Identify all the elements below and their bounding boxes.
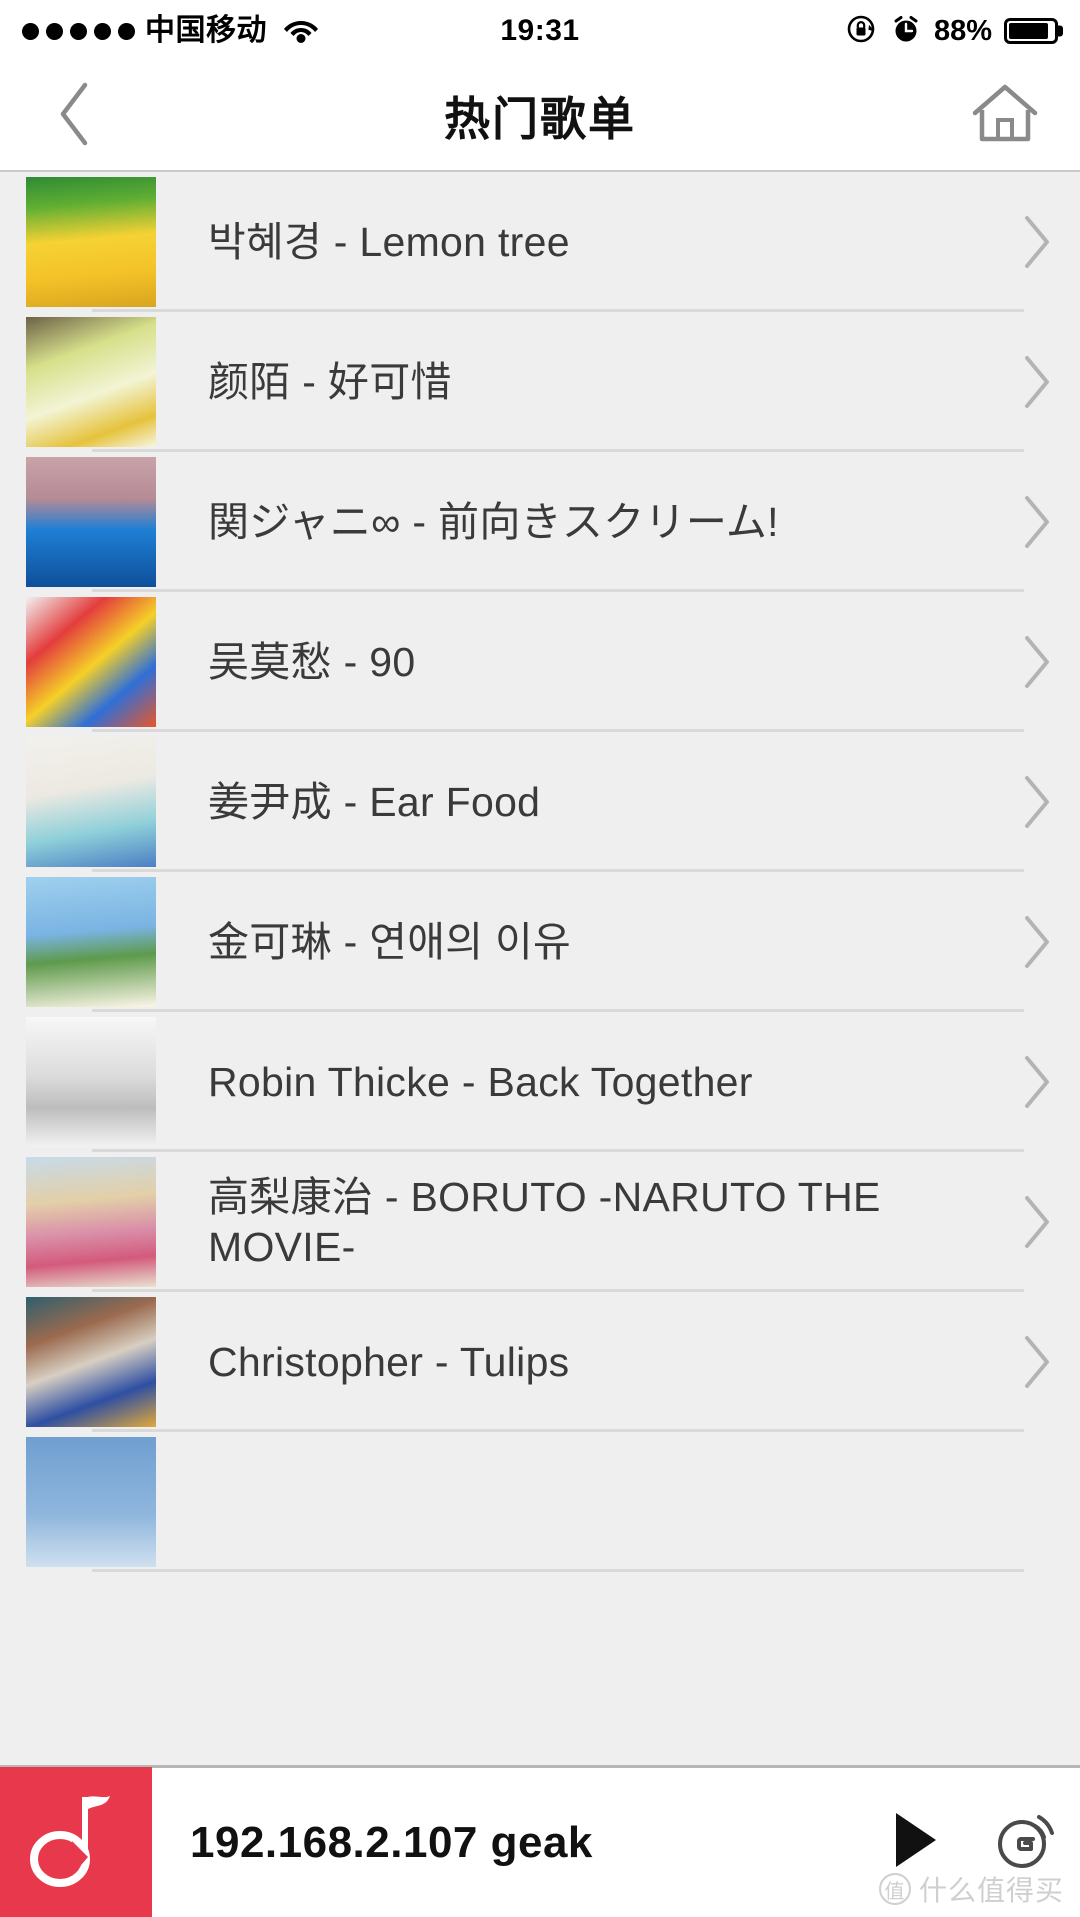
home-button[interactable] (930, 61, 1080, 171)
chevron-right-icon (1014, 773, 1060, 831)
list-item[interactable]: 金可琳 - 연애의 이유 (0, 872, 1080, 1012)
chevron-left-icon (53, 79, 97, 154)
status-bar-right: 88% (846, 13, 1063, 50)
list-item[interactable]: 颜陌 - 好可惜 (0, 312, 1080, 452)
list-item-label: 颜陌 - 好可惜 (208, 358, 452, 405)
carrier-label: 中国移动 (145, 14, 267, 47)
list-item-partial[interactable] (0, 1432, 1080, 1572)
status-bar: 中国移动 19:31 88% (0, 0, 1080, 62)
chevron-right-icon (1014, 213, 1060, 271)
album-art-thumbnail (26, 877, 156, 1007)
phone-screen: 中国移动 19:31 88% 热门歌单 박혜경 - Lemon tree 颜陌 … (0, 0, 1080, 1917)
list-item[interactable]: Robin Thicke - Back Together (0, 1012, 1080, 1152)
list-item-label: 박혜경 - Lemon tree (208, 218, 570, 265)
list-item-label: 高梨康治 - BORUTO -NARUTO THE MOVIE- (208, 1173, 881, 1270)
watermark-badge: 值 (878, 1873, 911, 1905)
list-item[interactable]: 高梨康治 - BORUTO -NARUTO THE MOVIE- (0, 1152, 1080, 1292)
back-button[interactable] (0, 61, 150, 171)
battery-icon (1004, 18, 1063, 44)
album-art-thumbnail (26, 177, 156, 307)
signal-strength-icon (22, 22, 135, 40)
chevron-right-icon (1014, 1053, 1060, 1111)
list-item-label: 吴莫愁 - 90 (208, 638, 416, 685)
battery-percent-label: 88% (933, 14, 992, 47)
list-item[interactable]: 吴莫愁 - 90 (0, 592, 1080, 732)
list-item-label: 姜尹成 - Ear Food (208, 778, 541, 825)
watermark: 值 什么值得买 (878, 1869, 1064, 1909)
list-item-label: Christopher - Tulips (208, 1338, 570, 1385)
list-item-label: 金可琳 - 연애의 이유 (208, 918, 572, 965)
list-item[interactable]: Christopher - Tulips (0, 1292, 1080, 1432)
list-item[interactable]: 関ジャニ∞ - 前向きスクリーム! (0, 452, 1080, 592)
chevron-right-icon (1014, 1333, 1060, 1391)
chevron-right-icon (1014, 493, 1060, 551)
wifi-icon (283, 15, 319, 48)
album-art-thumbnail (26, 1017, 156, 1147)
album-art-thumbnail (26, 597, 156, 727)
chevron-right-icon (1014, 1193, 1060, 1251)
chevron-right-icon (1014, 353, 1060, 411)
player-album-art[interactable] (0, 1766, 152, 1917)
play-icon (888, 1809, 942, 1876)
status-bar-left: 中国移动 (22, 15, 319, 48)
chevron-right-icon (1014, 633, 1060, 691)
album-art-thumbnail (26, 1157, 156, 1287)
album-art-thumbnail (26, 317, 156, 447)
player-title-label: 192.168.2.107 geak (190, 1817, 593, 1867)
play-button[interactable] (860, 1809, 970, 1876)
music-note-icon (26, 1785, 126, 1900)
list-item[interactable]: 박혜경 - Lemon tree (0, 172, 1080, 312)
album-art-thumbnail (26, 1437, 156, 1567)
home-icon (967, 79, 1043, 154)
album-art-thumbnail (26, 737, 156, 867)
album-art-thumbnail (26, 1297, 156, 1427)
list-item[interactable]: 姜尹成 - Ear Food (0, 732, 1080, 872)
album-art-thumbnail (26, 457, 156, 587)
playlist-list[interactable]: 박혜경 - Lemon tree 颜陌 - 好可惜関ジャニ∞ - 前向きスクリーム… (0, 172, 1080, 1784)
rotation-lock-icon (846, 13, 878, 50)
chevron-right-icon (1014, 913, 1060, 971)
navigation-bar: 热门歌单 (0, 62, 1080, 172)
mini-player-bar: 192.168.2.107 geak 值 什么值得买 (0, 1765, 1080, 1917)
page-title: 热门歌单 (444, 93, 636, 145)
list-item-label: Robin Thicke - Back Together (208, 1058, 753, 1105)
alarm-clock-icon (890, 13, 922, 50)
list-item-label: 関ジャニ∞ - 前向きスクリーム! (208, 498, 779, 545)
watermark-text: 什么值得买 (918, 1875, 1064, 1906)
